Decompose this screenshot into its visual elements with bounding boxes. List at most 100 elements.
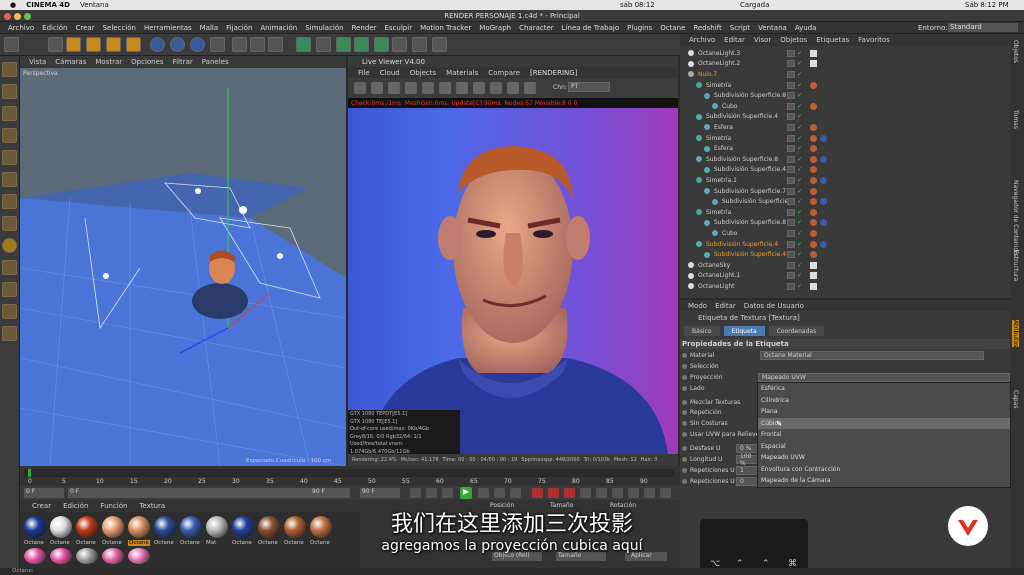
- edges-icon[interactable]: [2, 150, 17, 165]
- projection-option[interactable]: Frontal: [761, 431, 782, 438]
- recent-tool-icon[interactable]: [126, 37, 141, 52]
- light-tag-icon[interactable]: [810, 60, 817, 68]
- visibility-toggle[interactable]: [787, 60, 795, 68]
- texture-tag-icon[interactable]: [810, 198, 817, 206]
- solo-icon[interactable]: [2, 282, 17, 297]
- go-end-icon[interactable]: [510, 488, 521, 498]
- menu-item[interactable]: Animación: [260, 24, 297, 32]
- menu-item[interactable]: Archivo: [8, 24, 34, 32]
- live-viewer-menu-item[interactable]: Objects: [410, 69, 436, 77]
- menu-item[interactable]: Script: [730, 24, 750, 32]
- stop-icon[interactable]: [405, 82, 417, 94]
- projection-option[interactable]: Plana: [761, 408, 777, 415]
- enabled-check-icon[interactable]: ✓: [797, 262, 804, 269]
- channel-select[interactable]: PT: [568, 82, 610, 92]
- enabled-check-icon[interactable]: ✓: [797, 82, 804, 89]
- texture-tag-icon[interactable]: [820, 240, 827, 248]
- object-row[interactable]: OctaneLight.2 ✓: [680, 59, 1010, 70]
- live-viewer-menu-item[interactable]: [RENDERING]: [530, 69, 577, 77]
- material-menu-item[interactable]: Edición: [63, 502, 88, 510]
- object-row[interactable]: Subdivisión Superficie.4 ✓: [680, 239, 1010, 250]
- object-row[interactable]: Subdivisión Superficie.4 ✓: [680, 112, 1010, 123]
- material-swatch[interactable]: [24, 548, 46, 564]
- playhead[interactable]: [28, 469, 31, 477]
- projection-option[interactable]: Espacial: [761, 443, 786, 450]
- material-swatch[interactable]: [24, 516, 46, 538]
- material-swatch[interactable]: [76, 548, 98, 564]
- light-icon[interactable]: [432, 37, 447, 52]
- render-preview[interactable]: [348, 108, 678, 454]
- tiles-u2-field[interactable]: 0: [736, 477, 758, 486]
- right-tab[interactable]: Navegador de Contenido: [1012, 180, 1019, 255]
- texture-tag-icon[interactable]: [810, 134, 817, 142]
- enable-snap-icon[interactable]: [2, 238, 17, 253]
- texture-tag-icon[interactable]: [820, 198, 827, 206]
- material-swatch[interactable]: [102, 516, 124, 538]
- menu-item[interactable]: Fijación: [226, 24, 252, 32]
- close-window-icon[interactable]: [4, 13, 11, 20]
- visibility-toggle[interactable]: [787, 187, 795, 195]
- pen-icon[interactable]: [316, 37, 331, 52]
- texture-tag-icon[interactable]: [810, 229, 817, 237]
- object-name[interactable]: Subdivisión Superficie.6: [722, 198, 794, 205]
- scene-icon[interactable]: [392, 37, 407, 52]
- object-row[interactable]: Subdivisión Superficie.6 ✓: [680, 196, 1010, 207]
- undo-icon[interactable]: [4, 37, 19, 52]
- enabled-check-icon[interactable]: ✓: [797, 272, 804, 279]
- texture-tag-icon[interactable]: [810, 208, 817, 216]
- texture-tag-icon[interactable]: [810, 240, 817, 248]
- object-row[interactable]: Esfera ✓: [680, 143, 1010, 154]
- object-name[interactable]: Cubo: [722, 103, 737, 110]
- texture-tag-icon[interactable]: [820, 134, 827, 142]
- pla-key-icon[interactable]: [644, 488, 655, 498]
- material-swatch[interactable]: [128, 516, 150, 538]
- object-menu-item[interactable]: Editar: [724, 36, 745, 44]
- texture-tag-icon[interactable]: [810, 155, 817, 163]
- object-row[interactable]: Subdivisión Superficie.7 ✓: [680, 186, 1010, 197]
- side-anim-dot[interactable]: [682, 386, 687, 391]
- enabled-check-icon[interactable]: ✓: [797, 113, 804, 120]
- object-menu-item[interactable]: Archivo: [689, 36, 715, 44]
- menu-item[interactable]: Línea de Trabajo: [562, 24, 619, 32]
- tweak-icon[interactable]: [2, 216, 17, 231]
- right-tab[interactable]: Atributos: [1012, 320, 1019, 348]
- points-icon[interactable]: [2, 128, 17, 143]
- menu-item[interactable]: Plugins: [627, 24, 652, 32]
- start-frame-field[interactable]: 0 F: [68, 488, 338, 498]
- visibility-toggle[interactable]: [787, 123, 795, 131]
- cube-icon[interactable]: [296, 37, 311, 52]
- material-anim-dot[interactable]: [682, 353, 687, 358]
- repeat-anim-dot[interactable]: [682, 410, 687, 415]
- texture-tag-icon[interactable]: [810, 187, 817, 195]
- model-mode-icon[interactable]: [2, 84, 17, 99]
- visibility-toggle[interactable]: [787, 92, 795, 100]
- axis-icon[interactable]: [2, 194, 17, 209]
- menu-item[interactable]: Crear: [76, 24, 95, 32]
- texture-tag-icon[interactable]: [810, 81, 817, 89]
- object-name[interactable]: Subdivisión Superficie.8: [714, 219, 786, 226]
- grid-icon[interactable]: [2, 326, 17, 341]
- tiles-u-anim-dot[interactable]: [682, 468, 687, 473]
- menu-item[interactable]: Edición: [42, 24, 67, 32]
- enabled-check-icon[interactable]: ✓: [797, 198, 804, 205]
- param-key-icon[interactable]: [628, 488, 639, 498]
- projection-option[interactable]: Esférica: [761, 385, 785, 392]
- subdivision-icon[interactable]: [336, 37, 351, 52]
- length-u-field[interactable]: 100 %: [736, 453, 758, 467]
- object-name[interactable]: Subdivisión Superficie.4: [706, 113, 778, 120]
- object-name[interactable]: OctaneLight.1: [698, 272, 740, 279]
- object-name[interactable]: OctaneLight.2: [698, 60, 740, 67]
- visibility-toggle[interactable]: [787, 49, 795, 57]
- mac-menu-window[interactable]: Ventana: [80, 1, 109, 9]
- keyframe-sel-icon[interactable]: [564, 488, 575, 498]
- object-row[interactable]: Simetría ✓: [680, 207, 1010, 218]
- y-axis-icon[interactable]: [170, 37, 185, 52]
- viewport-menu-item[interactable]: Opciones: [131, 58, 163, 66]
- menu-item[interactable]: Character: [519, 24, 554, 32]
- visibility-toggle[interactable]: [787, 240, 795, 248]
- object-name[interactable]: Simetría.1: [706, 177, 737, 184]
- enabled-check-icon[interactable]: ✓: [797, 103, 804, 110]
- attribute-tab[interactable]: Básico: [684, 326, 720, 336]
- enabled-check-icon[interactable]: ✓: [797, 50, 804, 57]
- object-name[interactable]: Simetría: [706, 82, 731, 89]
